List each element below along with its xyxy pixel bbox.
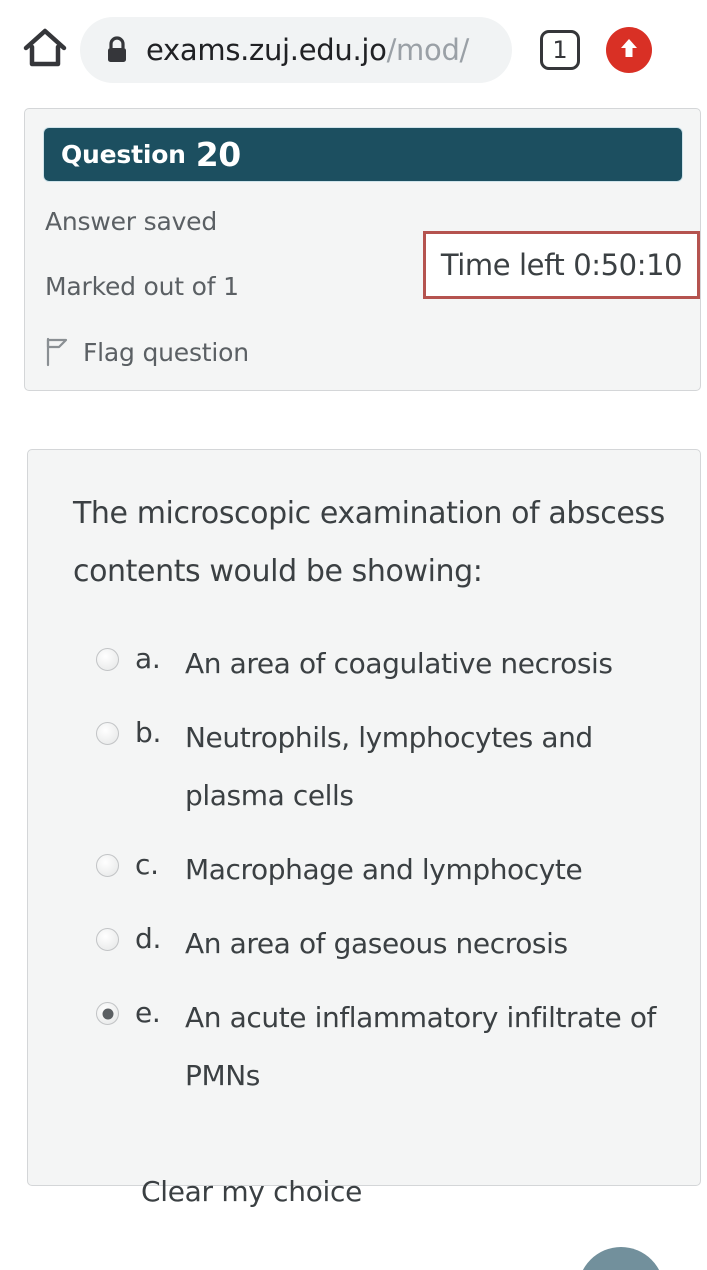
home-icon <box>22 26 68 74</box>
question-header-label: Question <box>61 140 186 169</box>
answer-text-c: Macrophage and lymphocyte <box>185 853 583 886</box>
flag-question-button[interactable]: Flag question <box>45 337 249 367</box>
answer-option-b[interactable]: b. Neutrophils, lymphocytes and plasma c… <box>96 709 686 825</box>
clear-my-choice-button[interactable]: Clear my choice <box>141 1175 362 1208</box>
question-header: Question 20 <box>43 127 683 182</box>
question-text: The microscopic examination of abscess c… <box>73 496 665 589</box>
time-left-box: Time left 0:50:10 <box>423 231 700 299</box>
answer-letter-c: c. <box>135 848 159 881</box>
answer-letter-d: d. <box>135 922 162 955</box>
radio-button-b[interactable] <box>96 722 119 745</box>
answer-text-a: An area of coagulative necrosis <box>185 647 613 680</box>
answer-letter-a: a. <box>135 642 161 675</box>
answer-option-c[interactable]: c. Macrophage and lymphocyte <box>96 841 686 899</box>
answer-letter-e: e. <box>135 996 161 1029</box>
answer-text-e: An acute inflammatory infiltrate of PMNs <box>185 1001 657 1092</box>
answer-status: Answer saved <box>45 207 218 236</box>
answer-option-e[interactable]: e. An acute inflammatory infiltrate of P… <box>96 989 686 1105</box>
answer-text-b: Neutrophils, lymphocytes and plasma cell… <box>185 721 593 812</box>
flag-question-label: Flag question <box>83 337 249 367</box>
radio-button-e[interactable] <box>96 1002 119 1025</box>
home-button[interactable] <box>14 19 76 81</box>
answer-options-list: a. An area of coagulative necrosis b. Ne… <box>96 635 686 1121</box>
browser-toolbar: exams.zuj.edu.jo/mod/ 1 <box>0 0 707 100</box>
answer-letter-b: b. <box>135 716 162 749</box>
marked-out-of: Marked out of 1 <box>45 272 239 301</box>
time-left-text: Time left 0:50:10 <box>440 248 683 282</box>
url-text: exams.zuj.edu.jo/mod/ <box>146 33 469 67</box>
question-info-card: Question 20 Answer saved Marked out of 1… <box>24 108 701 391</box>
question-body-card: The microscopic examination of abscess c… <box>27 449 701 1208</box>
flag-icon <box>45 337 71 367</box>
question-number: 20 <box>195 135 241 174</box>
url-path: /mod/ <box>386 33 470 67</box>
answer-text-d: An area of gaseous necrosis <box>185 927 568 960</box>
quiz-page: Question 20 Answer saved Marked out of 1… <box>0 100 707 1270</box>
address-bar[interactable]: exams.zuj.edu.jo/mod/ <box>80 17 512 83</box>
radio-button-d[interactable] <box>96 928 119 951</box>
radio-button-a[interactable] <box>96 648 119 671</box>
tab-switcher-button[interactable]: 1 <box>540 30 580 70</box>
url-host: exams.zuj.edu.jo <box>146 33 387 67</box>
lock-icon <box>102 35 132 65</box>
tab-count-label: 1 <box>552 36 568 64</box>
floating-action-button[interactable] <box>578 1247 664 1270</box>
radio-button-c[interactable] <box>96 854 119 877</box>
upload-arrow-icon <box>616 35 642 65</box>
answer-option-a[interactable]: a. An area of coagulative necrosis <box>96 635 686 693</box>
upload-button[interactable] <box>606 27 652 73</box>
answer-option-d[interactable]: d. An area of gaseous necrosis <box>96 915 686 973</box>
